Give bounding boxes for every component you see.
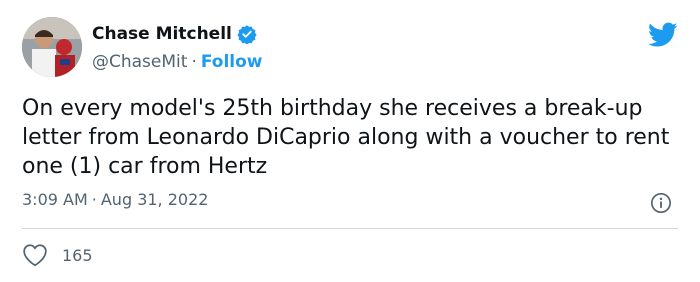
tweet-date: Aug 31, 2022 [100,190,209,209]
tweet-card: Chase Mitchell @ChaseMit · Follow On every… [0,0,700,282]
follow-button[interactable]: Follow [201,52,263,72]
author-name[interactable]: Chase Mitchell [92,24,232,44]
tweet-text: On every model's 25th birthday she recei… [22,96,670,179]
tweet-timestamp[interactable]: 3:09 AM · Aug 31, 2022 [22,190,208,209]
author-block: Chase Mitchell @ChaseMit · Follow [92,22,263,74]
heart-icon [23,244,47,267]
like-button[interactable]: 165 [22,243,93,267]
handle-row: @ChaseMit · Follow [92,50,263,74]
divider [22,228,678,229]
handle-separator: · [191,52,197,72]
meta-separator: · [91,190,97,209]
author-handle[interactable]: @ChaseMit [92,52,187,72]
avatar-photo [22,17,82,77]
twitter-bird-icon[interactable] [648,22,678,48]
info-icon[interactable] [650,192,672,214]
avatar[interactable] [22,17,82,77]
name-row: Chase Mitchell [92,22,263,46]
tweet-time: 3:09 AM [22,190,88,209]
like-count: 165 [62,245,93,265]
verified-badge-icon [237,24,257,45]
